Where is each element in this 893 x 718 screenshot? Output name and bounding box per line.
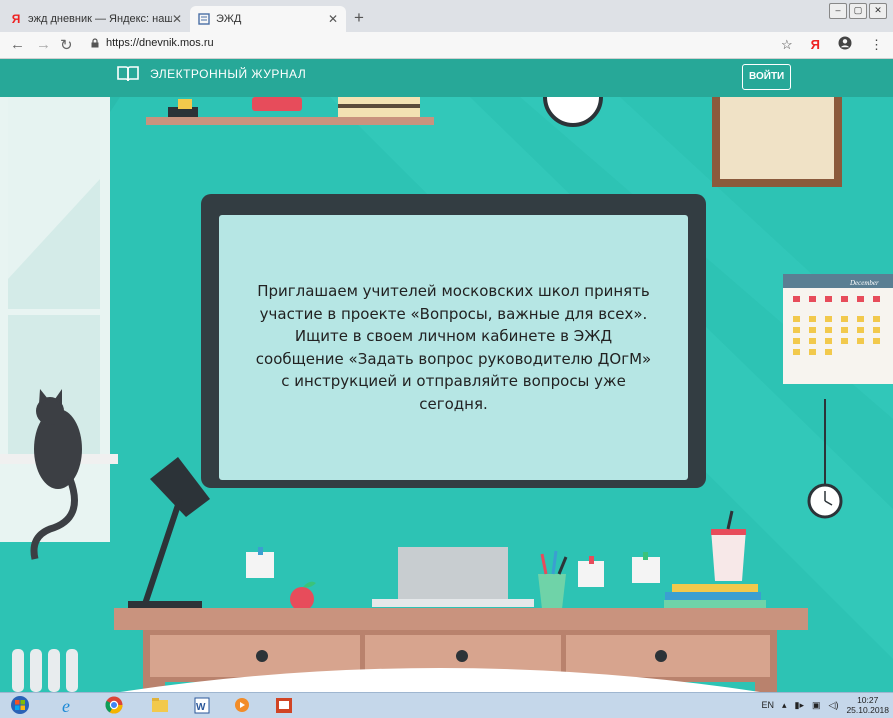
svg-text:December: December: [849, 279, 879, 287]
tray-expand-icon[interactable]: ▴: [782, 700, 787, 711]
minimize-icon[interactable]: –: [829, 3, 847, 19]
site-viewport: December ЭЛЕКТРОННЫЙ ЖУРНАЛ ВОЙТИ Пригла…: [0, 59, 893, 692]
yandex-extension-icon[interactable]: Я: [811, 37, 820, 52]
svg-text:W: W: [196, 702, 206, 713]
announcement-text: Приглашаем учителей московских школ прин…: [255, 282, 652, 413]
start-button-icon[interactable]: [6, 695, 34, 715]
presentation-app-icon[interactable]: [270, 695, 298, 715]
display-icon[interactable]: ▣: [812, 700, 821, 711]
tab-yandex-search[interactable]: Я эжд дневник — Яндекс: нашло ✕: [2, 6, 190, 32]
url-text: https://dnevnik.mos.ru: [106, 37, 214, 49]
bookmark-star-icon[interactable]: ☆: [781, 37, 793, 53]
tab-title: ЭЖД: [216, 13, 242, 25]
window-controls: – ▢ ✕: [829, 3, 887, 19]
language-indicator[interactable]: EN: [761, 700, 774, 710]
tab-ezhd[interactable]: ЭЖД ✕: [190, 6, 346, 32]
address-bar: ← → ↻ https://dnevnik.mos.ru ☆ Я ⋮: [0, 32, 893, 59]
forward-arrow-icon[interactable]: →: [36, 36, 51, 53]
lamp-illustration: [128, 457, 210, 609]
taskbar-clock[interactable]: 10:27 25.10.2018: [846, 695, 889, 715]
tab-title: эжд дневник — Яндекс: нашло: [28, 13, 172, 25]
windows-taskbar: e W EN ▴ ▮▸ ▣ ◁) 10:27 25.10.2018: [0, 692, 893, 718]
maximize-icon[interactable]: ▢: [849, 3, 867, 19]
page-icon: [198, 13, 210, 25]
clock-time: 10:27: [857, 695, 879, 705]
media-player-icon[interactable]: [228, 695, 256, 715]
svg-text:e: e: [62, 696, 70, 715]
close-tab-icon[interactable]: ✕: [172, 12, 182, 26]
back-arrow-icon[interactable]: ←: [10, 36, 25, 53]
new-tab-button[interactable]: +: [354, 8, 364, 28]
close-tab-icon[interactable]: ✕: [328, 12, 338, 26]
browser-tab-bar: Я эжд дневник — Яндекс: нашло ✕ ЭЖД ✕ + …: [0, 0, 893, 32]
site-logo[interactable]: ЭЛЕКТРОННЫЙ ЖУРНАЛ: [116, 65, 306, 83]
file-explorer-icon[interactable]: [146, 695, 174, 715]
chrome-icon[interactable]: [100, 695, 128, 715]
reload-icon[interactable]: ↻: [60, 36, 73, 54]
close-window-icon[interactable]: ✕: [869, 3, 887, 19]
volume-icon[interactable]: ◁): [829, 700, 839, 711]
account-icon[interactable]: [838, 36, 852, 53]
system-tray: EN ▴ ▮▸ ▣ ◁) 10:27 25.10.2018: [761, 695, 889, 715]
open-book-icon: [117, 66, 139, 82]
network-icon[interactable]: ▮▸: [795, 700, 804, 711]
clock-date: 25.10.2018: [846, 705, 889, 715]
lock-icon: [91, 38, 99, 48]
yandex-icon: Я: [11, 12, 21, 26]
logo-text: ЭЛЕКТРОННЫЙ ЖУРНАЛ: [150, 67, 307, 81]
site-header: ЭЛЕКТРОННЫЙ ЖУРНАЛ ВОЙТИ: [0, 59, 893, 97]
announcement-screen: Приглашаем учителей московских школ прин…: [219, 215, 688, 480]
login-button[interactable]: ВОЙТИ: [742, 64, 792, 90]
internet-explorer-icon[interactable]: e: [54, 695, 82, 715]
menu-icon[interactable]: ⋮: [870, 37, 883, 53]
calendar-illustration: December: [783, 274, 893, 384]
word-icon[interactable]: W: [188, 695, 216, 715]
url-field[interactable]: https://dnevnik.mos.ru: [90, 37, 214, 49]
